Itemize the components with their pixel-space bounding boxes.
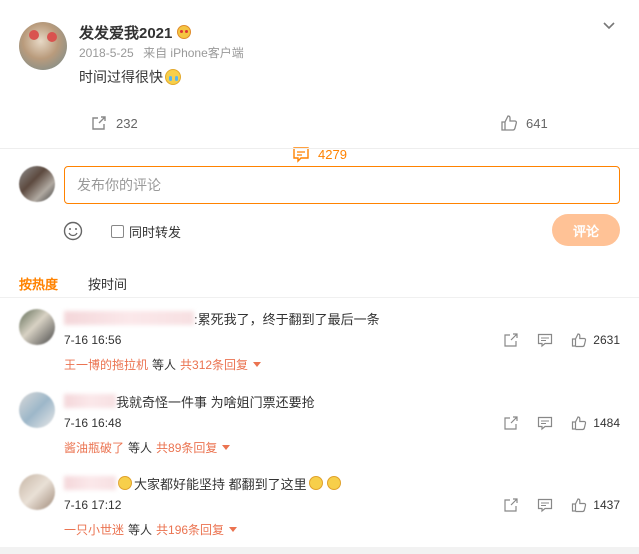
comment-text-row: :累死我了，终于翻到了最后一条	[64, 309, 624, 327]
reply-etc-label: 等人	[128, 440, 153, 455]
expand-replies-link[interactable]: 共196条回复	[156, 521, 238, 538]
commenter-avatar[interactable]	[19, 309, 55, 345]
chevron-down-icon[interactable]	[601, 18, 617, 34]
author-row: 发发爱我2021	[79, 22, 244, 42]
author-avatar[interactable]	[19, 22, 67, 70]
share-button[interactable]: 232	[90, 114, 138, 132]
expand-replies-link[interactable]: 共89条回复	[156, 439, 231, 456]
share-icon[interactable]	[503, 415, 519, 431]
reply-etc-label: 等人	[128, 522, 153, 537]
comment-like-button[interactable]: 1484	[571, 415, 620, 431]
comment-like-button[interactable]: 1437	[571, 497, 620, 513]
comment-like-count: 1484	[593, 416, 620, 430]
crying-emoji-icon	[165, 69, 181, 85]
comment-meta: 7-16 16:48 1484	[64, 414, 624, 432]
share-count: 232	[116, 115, 138, 131]
comment-sort-tabs: 按热度 按时间	[19, 274, 157, 293]
divider	[0, 148, 639, 149]
comment-like-count: 1437	[593, 498, 620, 512]
comment-ops: 1484	[485, 415, 620, 431]
comment-replies-summary: 酱油瓶破了 等人 共89条回复	[64, 438, 231, 456]
submit-comment-button[interactable]: 评论	[552, 214, 620, 246]
heart-eyes-emoji-icon	[177, 25, 192, 39]
comment-item: :累死我了，终于翻到了最后一条 7-16 16:56 2631 王一博的拖拉机 …	[0, 309, 639, 389]
comment-icon[interactable]	[537, 332, 553, 348]
comment-text: :累死我了，终于翻到了最后一条	[194, 311, 380, 327]
author-name[interactable]: 发发爱我2021	[79, 22, 172, 43]
repost-option: 同时转发	[111, 222, 181, 241]
comment-like-count: 2631	[593, 333, 620, 347]
comment-body: :累死我了，终于翻到了最后一条 7-16 16:56 2631 王一博的拖拉机 …	[64, 309, 624, 372]
caret-down-icon	[253, 361, 262, 367]
post-text: 时间过得很快	[79, 67, 244, 87]
current-user-avatar	[19, 166, 55, 202]
post-action-bar: 232 4279 641	[0, 114, 639, 163]
comment-input[interactable]	[64, 166, 620, 204]
reply-total: 共89条回复	[156, 440, 218, 455]
reply-total: 共196条回复	[156, 522, 225, 537]
smile-icon[interactable]	[62, 220, 84, 242]
tab-sort-time[interactable]: 按时间	[88, 274, 127, 293]
comment-item: 大家都好能坚持 都翻到了这里 7-16 17:12 1437 一只小世迷 等人	[0, 474, 639, 554]
comment-meta: 7-16 17:12 1437	[64, 496, 624, 514]
post-meta: 发发爱我2021 2018-5-25 来自 iPhone客户端 时间过得很快	[79, 22, 244, 87]
share-icon[interactable]	[503, 332, 519, 348]
commenter-avatar[interactable]	[19, 474, 55, 510]
comment-replies-summary: 王一博的拖拉机 等人 共312条回复	[64, 355, 262, 373]
comment-body: 大家都好能坚持 都翻到了这里 7-16 17:12 1437 一只小世迷 等人	[64, 474, 624, 537]
thumb-up-icon	[501, 115, 517, 131]
like-count: 641	[526, 115, 548, 131]
reply-user-link[interactable]: 酱油瓶破了	[64, 439, 124, 456]
share-icon[interactable]	[503, 497, 519, 513]
tab-sort-hot[interactable]: 按热度	[19, 274, 58, 293]
reply-user-link[interactable]: 一只小世迷	[64, 521, 124, 538]
comment-text: 大家都好能坚持 都翻到了这里	[134, 476, 307, 492]
thumb-up-icon	[572, 333, 587, 348]
caret-down-icon	[229, 526, 238, 532]
commenter-name-blurred[interactable]	[64, 311, 194, 325]
commenter-avatar[interactable]	[19, 392, 55, 428]
thumb-up-icon	[572, 416, 587, 431]
comment-text-row: 我就奇怪一件事 为啥姐门票还要抢	[64, 392, 624, 410]
comment-item: 我就奇怪一件事 为啥姐门票还要抢 7-16 16:48 1484 酱油瓶破了 等…	[0, 392, 639, 472]
repost-checkbox[interactable]	[111, 225, 124, 238]
post-header: 发发爱我2021 2018-5-25 来自 iPhone客户端 时间过得很快	[19, 22, 244, 87]
expand-replies-link[interactable]: 共312条回复	[180, 356, 262, 373]
comment-time: 7-16 16:48	[64, 416, 122, 430]
share-icon	[92, 116, 106, 130]
comment-like-button[interactable]: 2631	[571, 332, 620, 348]
emoji-icon	[118, 476, 132, 490]
comment-meta: 7-16 16:56 2631	[64, 331, 624, 349]
post-time-row: 2018-5-25 来自 iPhone客户端	[79, 44, 244, 61]
comment-time: 7-16 17:12	[64, 498, 122, 512]
post-source: 来自 iPhone客户端	[143, 46, 244, 60]
caret-down-icon	[222, 444, 231, 450]
comment-ops: 1437	[485, 497, 620, 513]
repost-label[interactable]: 同时转发	[129, 222, 181, 241]
comment-time: 7-16 16:56	[64, 333, 122, 347]
weibo-post-card: 发发爱我2021 2018-5-25 来自 iPhone客户端 时间过得很快 2…	[0, 0, 639, 547]
comment-replies-summary: 一只小世迷 等人 共196条回复	[64, 520, 238, 538]
like-button[interactable]: 641	[500, 114, 548, 132]
commenter-name-blurred[interactable]	[64, 394, 116, 408]
comment-text: 我就奇怪一件事 为啥姐门票还要抢	[116, 394, 315, 410]
tab-divider	[0, 297, 639, 298]
comment-body: 我就奇怪一件事 为啥姐门票还要抢 7-16 16:48 1484 酱油瓶破了 等…	[64, 392, 624, 455]
comment-icon[interactable]	[537, 415, 553, 431]
comment-ops: 2631	[485, 332, 620, 348]
reply-user-link[interactable]: 王一博的拖拉机	[64, 356, 148, 373]
reply-total: 共312条回复	[180, 357, 249, 372]
reply-etc-label: 等人	[152, 357, 177, 372]
emoji-icon	[308, 476, 323, 490]
post-text-content: 时间过得很快	[79, 69, 163, 85]
comment-icon[interactable]	[537, 497, 553, 513]
comment-text-row: 大家都好能坚持 都翻到了这里	[64, 474, 624, 492]
commenter-name-blurred[interactable]	[64, 476, 116, 490]
emoji-icon	[326, 476, 341, 490]
thumb-up-icon	[572, 498, 587, 513]
post-date[interactable]: 2018-5-25	[79, 46, 134, 60]
